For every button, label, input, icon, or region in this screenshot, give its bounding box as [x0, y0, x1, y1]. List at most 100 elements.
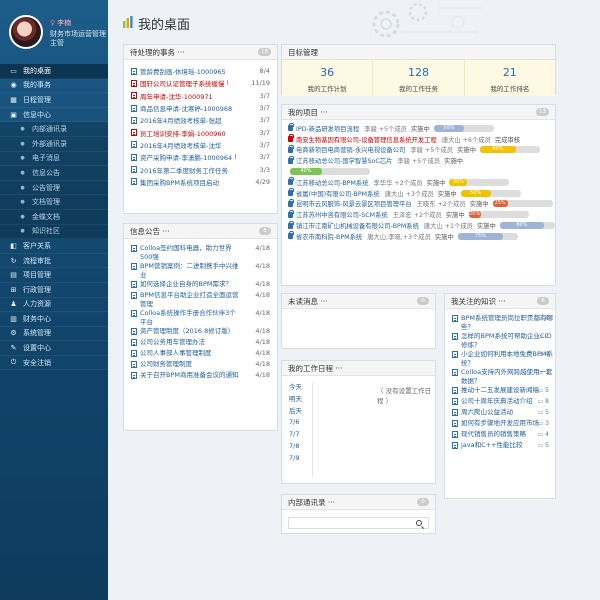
schedule-panel-title[interactable]: 我的工作日程 ···	[288, 363, 343, 374]
todo-item[interactable]: 周年申请-沈华-1000971 3/7	[124, 90, 277, 102]
notice-item-link[interactable]: 公司人事部人事管理制度	[140, 349, 242, 358]
project-name-link[interactable]: 省属(中国)有限公司-BPM系统	[296, 189, 380, 198]
knowledge-item[interactable]: 现代销售员的销售策略 ▭ 4	[445, 430, 555, 441]
notice-item[interactable]: BPM营销案例：二进制携手中兴维业 4/18	[124, 262, 277, 280]
sidebar-item[interactable]: ▦ 日程管理	[0, 93, 108, 108]
schedule-day[interactable]: 7/8	[282, 440, 435, 452]
knowledge-item[interactable]: Colloa支持内外网跨越使用一套数据？ ▭ 1	[445, 368, 555, 386]
notice-item[interactable]: Colloa签约国科电器，助力世界500强 4/18	[124, 244, 277, 262]
knowledge-item[interactable]: 周六爬山公益活动 ▭ 5	[445, 408, 555, 419]
sidebar-item[interactable]: ⚙ 系统管理	[0, 327, 108, 342]
todo-item-link[interactable]: 2016年4月绩效考核单-张超	[140, 115, 222, 125]
sidebar-item[interactable]: ● 文档管理	[0, 195, 108, 210]
schedule-day-label[interactable]: 今天	[289, 381, 302, 391]
notice-panel-title[interactable]: 信息公告 ···	[130, 226, 170, 237]
project-item[interactable]: 镇江市江南矿山机械设备有限公司-BPM系统 唐大山 +1个成员 实施中 80%	[282, 220, 555, 231]
todo-item[interactable]: 2016年4月绩效考核单-沈华 3/7	[124, 139, 277, 151]
notice-item-link[interactable]: BPM信息平台助企业打造全面运营管理	[140, 291, 242, 309]
goal-value[interactable]: 21	[465, 66, 555, 79]
todo-item[interactable]: 2016年第二季度财务工作任务 3/3	[124, 163, 277, 175]
project-name-link[interactable]: 江苏移动总公司-国学智慧SoC芯片	[296, 156, 392, 165]
schedule-day[interactable]: 今天	[282, 380, 435, 392]
goal-cell[interactable]: 21 我的工作排名	[464, 60, 555, 96]
contacts-panel-title[interactable]: 内部通讯录 ···	[288, 497, 335, 508]
project-name-link[interactable]: 南安生物基因有限公司-设备管理信息系统开发工程	[296, 135, 437, 144]
goal-value[interactable]: 36	[282, 66, 372, 79]
project-item[interactable]: 江苏苏州中咨有限公司-SCM系统 王泽宏 +2个成员 实施中 20%	[282, 209, 555, 220]
messages-panel-title[interactable]: 未读消息 ···	[288, 296, 328, 307]
project-item[interactable]: 江苏移动总公司-BPM系统 李华华 +2个成员 实施中 30%	[282, 177, 555, 188]
notice-item-link[interactable]: Colloa签约国科电器，助力世界500强	[140, 244, 242, 262]
todo-item-link[interactable]: 员工培训安排-李娟-1000960	[140, 128, 226, 138]
knowledge-item[interactable]: 如何有步骤地开发应用市场 ▭ 3	[445, 419, 555, 430]
project-name-link[interactable]: 电商新项目电商营销-永兴电视设备公司	[296, 145, 405, 154]
project-item[interactable]: 省农市南科院-BPM系统 唐大山,李晓,+3个成员 实施中 75%	[282, 231, 555, 242]
schedule-day[interactable]: 后天	[282, 404, 435, 416]
sidebar-item[interactable]: ● 金蝶文档	[0, 209, 108, 225]
todo-panel-title[interactable]: 待处理的事务 ···	[130, 47, 185, 58]
project-item[interactable]: IPD-新品研发项目流程 李骏 +5个成员 实施中 50%	[282, 123, 555, 134]
sidebar-item[interactable]: ● 内部通讯录	[0, 122, 108, 137]
schedule-day[interactable]: 7/6	[282, 416, 435, 428]
sidebar-item[interactable]: ⏻ 安全注销	[0, 356, 108, 371]
sidebar-item[interactable]: ▤ 项目管理	[0, 268, 108, 283]
todo-item[interactable]: 商品信息申请-沈寒婷-1000968 3/7	[124, 102, 277, 114]
todo-item-link[interactable]: 2016年4月绩效考核单-沈华	[140, 140, 222, 150]
notice-item[interactable]: 如何选择企业自身的BPM需求？ 4/18	[124, 280, 277, 291]
schedule-day[interactable]: 7/7	[282, 428, 435, 440]
project-item[interactable]: 江苏移动总公司-国学智慧SoC芯片 李骏 +5个成员 实施中	[282, 155, 555, 166]
sidebar-item[interactable]: ● 信息公告	[0, 166, 108, 181]
notice-item[interactable]: Colloa系统操作手册合作伙伴3个平台 4/18	[124, 309, 277, 327]
todo-item[interactable]: 资产采购申请-李潇鹏-1000964! 3/7	[124, 151, 277, 163]
notice-item-link[interactable]: 关于召开BPM商用准备会议的通知	[140, 371, 242, 380]
goal-cell[interactable]: 36 我的工作计划	[282, 60, 374, 96]
project-item[interactable]: 电商新项目电商营销-永兴电视设备公司 李骏 +5个成员 实施中 60%	[282, 144, 555, 156]
sidebar-item[interactable]: ✎ 设置中心	[0, 341, 108, 356]
notice-item[interactable]: 公司财务管理制度 4/18	[124, 360, 277, 371]
project-item[interactable]: 昆明市云风服饰-风景云景区项目管理平台 王晓东 +2个成员 实施中 25%	[282, 198, 555, 210]
sidebar-item[interactable]: ▭ 我的桌面	[0, 64, 108, 79]
project-name-link[interactable]: 江苏移动总公司-BPM系统	[296, 178, 369, 187]
goal-value[interactable]: 128	[373, 66, 463, 79]
project-name-link[interactable]: 镇江市江南矿山机械设备有限公司-BPM系统	[296, 221, 419, 230]
todo-item-link[interactable]: 集团采购BPM系统项目启动	[140, 177, 219, 187]
todo-item-link[interactable]: 管龄费刮画-休境瑶-1000965	[140, 66, 226, 76]
sidebar-item[interactable]: ● 公告管理	[0, 180, 108, 196]
notice-item[interactable]: 资产管理制度（2016.8修订版） 4/18	[124, 327, 277, 338]
schedule-day-label[interactable]: 明天	[289, 393, 302, 403]
todo-item[interactable]: 管龄费刮画-休境瑶-1000965 8/4	[124, 65, 277, 77]
schedule-day-label[interactable]: 7/7	[289, 430, 299, 438]
schedule-day-label[interactable]: 7/6	[289, 418, 299, 426]
contacts-search-input[interactable]	[288, 517, 429, 529]
goal-cell[interactable]: 128 我的工作任务	[373, 60, 465, 96]
project-name-link[interactable]: 省农市南科院-BPM系统	[296, 232, 362, 241]
sidebar-item[interactable]: ◧ 客户关系	[0, 239, 108, 254]
knowledge-item[interactable]: 公司十周年庆典活动介绍 ▭ 8	[445, 397, 555, 408]
project-item[interactable]: 南安生物基因有限公司-设备管理信息系统开发工程 唐大山 +6个成员 完成审核	[282, 134, 555, 145]
sidebar-item[interactable]: ● 知识社区	[0, 224, 108, 240]
sidebar-item[interactable]: ◉ 我的事务	[0, 79, 108, 94]
sidebar-item[interactable]: ▥ 财务中心	[0, 312, 108, 327]
knowledge-item[interactable]: 怎样的BPM系统可帮助企业CIO修炼？ ▭ 7	[445, 332, 555, 350]
todo-item-link[interactable]: 周年申请-沈华-1000971	[140, 91, 213, 101]
todo-item[interactable]: 员工培训安排-李娟-1000960 3/7	[124, 126, 277, 138]
todo-item[interactable]: 集团采购BPM系统项目启动 4/29	[124, 176, 277, 188]
notice-item-link[interactable]: 如何选择企业自身的BPM需求？	[140, 280, 242, 289]
projects-panel-title[interactable]: 我的项目 ···	[288, 107, 328, 118]
schedule-day[interactable]: 7/9	[282, 452, 435, 464]
search-icon[interactable]	[416, 520, 422, 526]
notice-item-link[interactable]: BPM营销案例：二进制携手中兴维业	[140, 262, 242, 280]
notice-item[interactable]: 公司公务用车管理办法 4/18	[124, 338, 277, 349]
schedule-day-label[interactable]: 7/9	[289, 454, 299, 462]
todo-item[interactable]: 2016年4月绩效考核单-张超 3/7	[124, 114, 277, 126]
sidebar-item[interactable]: ▣ 信息中心	[0, 108, 108, 123]
todo-item-link[interactable]: 2016年第二季度财务工作任务	[140, 165, 228, 175]
notice-item[interactable]: 公司人事部人事管理制度 4/18	[124, 349, 277, 360]
notice-item[interactable]: 关于召开BPM商用准备会议的通知 4/18	[124, 371, 277, 382]
knowledge-item[interactable]: 小企业如何利用本地免费BPM系统？ ▭ 4	[445, 350, 555, 368]
todo-item-link[interactable]: 国轩公司认证管理子系统缓慢	[140, 78, 225, 88]
notice-item-link[interactable]: 公司财务管理制度	[140, 360, 242, 369]
sidebar-item[interactable]: ⊞ 行政管理	[0, 283, 108, 298]
todo-item[interactable]: 国轩公司认证管理子系统缓慢! 11/19	[124, 77, 277, 89]
schedule-day-label[interactable]: 7/8	[289, 442, 299, 450]
